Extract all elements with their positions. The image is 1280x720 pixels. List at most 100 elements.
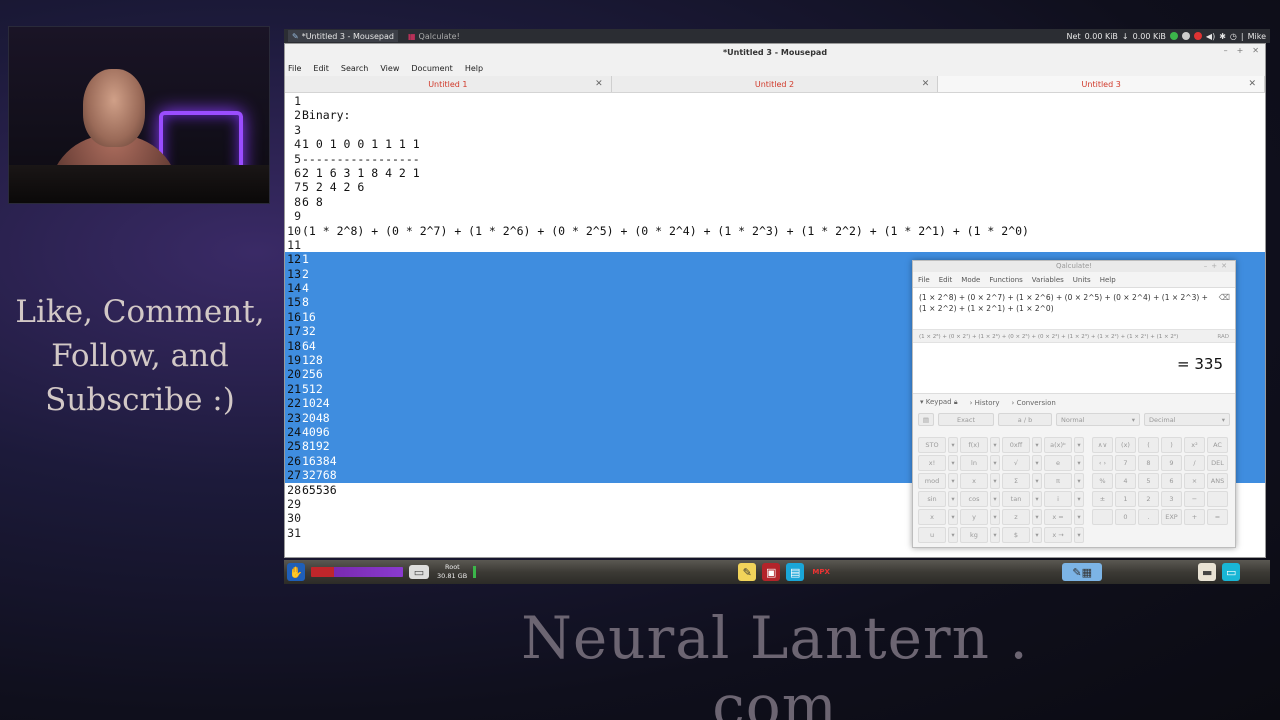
keypad-key[interactable]: ∧∨	[1092, 437, 1113, 453]
editor-line[interactable]: 5 -----------------	[285, 152, 1265, 166]
volume-icon[interactable]: ◀)	[1206, 32, 1215, 41]
function-key[interactable]: x!	[918, 455, 946, 471]
app-menu-icon[interactable]: ✋	[287, 563, 305, 581]
bluetooth-icon[interactable]: ✱	[1219, 32, 1226, 41]
function-key[interactable]: x →	[1044, 527, 1072, 543]
disk-icon[interactable]: ▭	[409, 565, 429, 579]
key-menu-icon[interactable]: ▾	[1074, 455, 1084, 471]
editor-line[interactable]: 75 2 4 2 6	[285, 180, 1265, 194]
window-titlebar[interactable]: *Untitled 3 - Mousepad – + ✕	[285, 44, 1265, 60]
function-key[interactable]: π	[1044, 473, 1072, 489]
keypad-key[interactable]: AC	[1207, 437, 1228, 453]
keypad-key[interactable]: DEL	[1207, 455, 1228, 471]
key-menu-icon[interactable]: ▾	[990, 437, 1000, 453]
keypad-key[interactable]: EXP	[1161, 509, 1182, 525]
key-menu-icon[interactable]: ▾	[990, 527, 1000, 543]
keypad-key[interactable]: (	[1138, 437, 1159, 453]
tab-untitled-2[interactable]: Untitled 2 ✕	[612, 76, 939, 92]
menu-file[interactable]: File	[288, 64, 301, 73]
editor-line[interactable]: 10 (1 * 2^8) + (0 * 2^7) + (1 * 2^6) + (0…	[285, 224, 1265, 238]
keypad-key[interactable]: x²	[1184, 437, 1205, 453]
screen-icon[interactable]: ▭	[1222, 563, 1241, 581]
tab-close-icon[interactable]: ✕	[595, 79, 603, 89]
key-menu-icon[interactable]: ▾	[1032, 455, 1042, 471]
function-key[interactable]: f(x)	[960, 437, 988, 453]
key-menu-icon[interactable]: ▾	[948, 455, 958, 471]
function-key[interactable]: y	[960, 509, 988, 525]
function-key[interactable]: x	[918, 509, 946, 525]
function-key[interactable]: mod	[918, 473, 946, 489]
menu-help[interactable]: Help	[1100, 276, 1116, 284]
key-menu-icon[interactable]: ▾	[1074, 437, 1084, 453]
lock-icon[interactable]: 🔒︎	[954, 398, 958, 406]
key-menu-icon[interactable]: ▾	[948, 437, 958, 453]
key-menu-icon[interactable]: ▾	[1074, 527, 1084, 543]
function-key[interactable]: i	[1044, 491, 1072, 507]
keypad-key[interactable]: +	[1184, 509, 1205, 525]
function-key[interactable]: ln	[960, 455, 988, 471]
clock-icon[interactable]: ◷	[1230, 32, 1237, 41]
editor-line[interactable]: 11	[285, 238, 1265, 252]
menu-document[interactable]: Document	[411, 64, 452, 73]
key-menu-icon[interactable]: ▾	[1074, 509, 1084, 525]
memory-button[interactable]: ▤	[918, 413, 934, 426]
menu-edit[interactable]: Edit	[939, 276, 953, 284]
keypad-key[interactable]	[1207, 491, 1228, 507]
keypad-key[interactable]: −	[1184, 491, 1205, 507]
clear-input-icon[interactable]: ⌫	[1219, 292, 1230, 303]
editor-line[interactable]: 86 8	[285, 195, 1265, 209]
function-key[interactable]: sin	[918, 491, 946, 507]
exact-button[interactable]: Exact	[938, 413, 994, 426]
keypad-key[interactable]: %	[1092, 473, 1113, 489]
function-key[interactable]: e	[1044, 455, 1072, 471]
keypad-toggle[interactable]: ▾ Keypad 🔒︎	[920, 398, 958, 407]
function-key[interactable]: tan	[1002, 491, 1030, 507]
editor-line[interactable]: 41 0 1 0 0 1 1 1 1	[285, 137, 1265, 151]
menu-file[interactable]: File	[918, 276, 930, 284]
mode-select[interactable]: Normal ▾	[1056, 413, 1140, 426]
close-icon[interactable]: ✕	[1221, 262, 1231, 270]
network-icon[interactable]	[1181, 32, 1190, 40]
update-ok-icon[interactable]	[1169, 32, 1178, 40]
tab-untitled-1[interactable]: Untitled 1 ✕	[285, 76, 612, 92]
notes-launcher-icon[interactable]: ✎	[738, 563, 757, 581]
key-menu-icon[interactable]: ▾	[948, 509, 958, 525]
menu-search[interactable]: Search	[341, 64, 368, 73]
function-key[interactable]: $	[1002, 527, 1030, 543]
keypad-key[interactable]: ANS	[1207, 473, 1228, 489]
keypad-key[interactable]	[1092, 509, 1113, 525]
keypad-key[interactable]: 1	[1115, 491, 1136, 507]
editor-line[interactable]: 9	[285, 209, 1265, 223]
fraction-button[interactable]: a / b	[998, 413, 1052, 426]
key-menu-icon[interactable]: ▾	[990, 509, 1000, 525]
keypad-key[interactable]: ‹ ›	[1092, 455, 1113, 471]
task-mousepad[interactable]: ✎ *Untitled 3 - Mousepad	[288, 30, 398, 42]
keypad-key[interactable]: 6	[1161, 473, 1182, 489]
key-menu-icon[interactable]: ▾	[990, 455, 1000, 471]
close-icon[interactable]: ✕	[1252, 46, 1259, 55]
user-name[interactable]: Mike	[1248, 32, 1266, 41]
editor-line[interactable]: 3	[285, 123, 1265, 137]
function-key[interactable]: 0xff	[1002, 437, 1030, 453]
function-key[interactable]: STO	[918, 437, 946, 453]
folder-icon[interactable]: ▬	[1198, 563, 1217, 581]
function-key[interactable]: kg	[960, 527, 988, 543]
qalculate-titlebar[interactable]: Qalculate! –+✕	[913, 261, 1235, 272]
mpx-launcher-icon[interactable]: MPX	[810, 563, 832, 581]
keypad-key[interactable]: 7	[1115, 455, 1136, 471]
function-key[interactable]: a(x)ᵇ	[1044, 437, 1072, 453]
menu-functions[interactable]: Functions	[989, 276, 1022, 284]
terminal-launcher-icon[interactable]: ▣	[762, 563, 781, 581]
keypad-key[interactable]: )	[1161, 437, 1182, 453]
keypad-key[interactable]: ×	[1184, 473, 1205, 489]
key-menu-icon[interactable]: ▾	[948, 527, 958, 543]
function-key[interactable]: Σ	[1002, 473, 1030, 489]
function-key[interactable]: x	[960, 473, 988, 489]
menu-units[interactable]: Units	[1073, 276, 1091, 284]
window-switch-icon[interactable]: ✎▦	[1062, 563, 1103, 581]
base-select[interactable]: Decimal ▾	[1144, 413, 1230, 426]
menu-variables[interactable]: Variables	[1032, 276, 1064, 284]
editor-line[interactable]: 2 Binary:	[285, 108, 1265, 122]
maximize-icon[interactable]: +	[1237, 46, 1244, 55]
tab-close-icon[interactable]: ✕	[922, 79, 930, 89]
